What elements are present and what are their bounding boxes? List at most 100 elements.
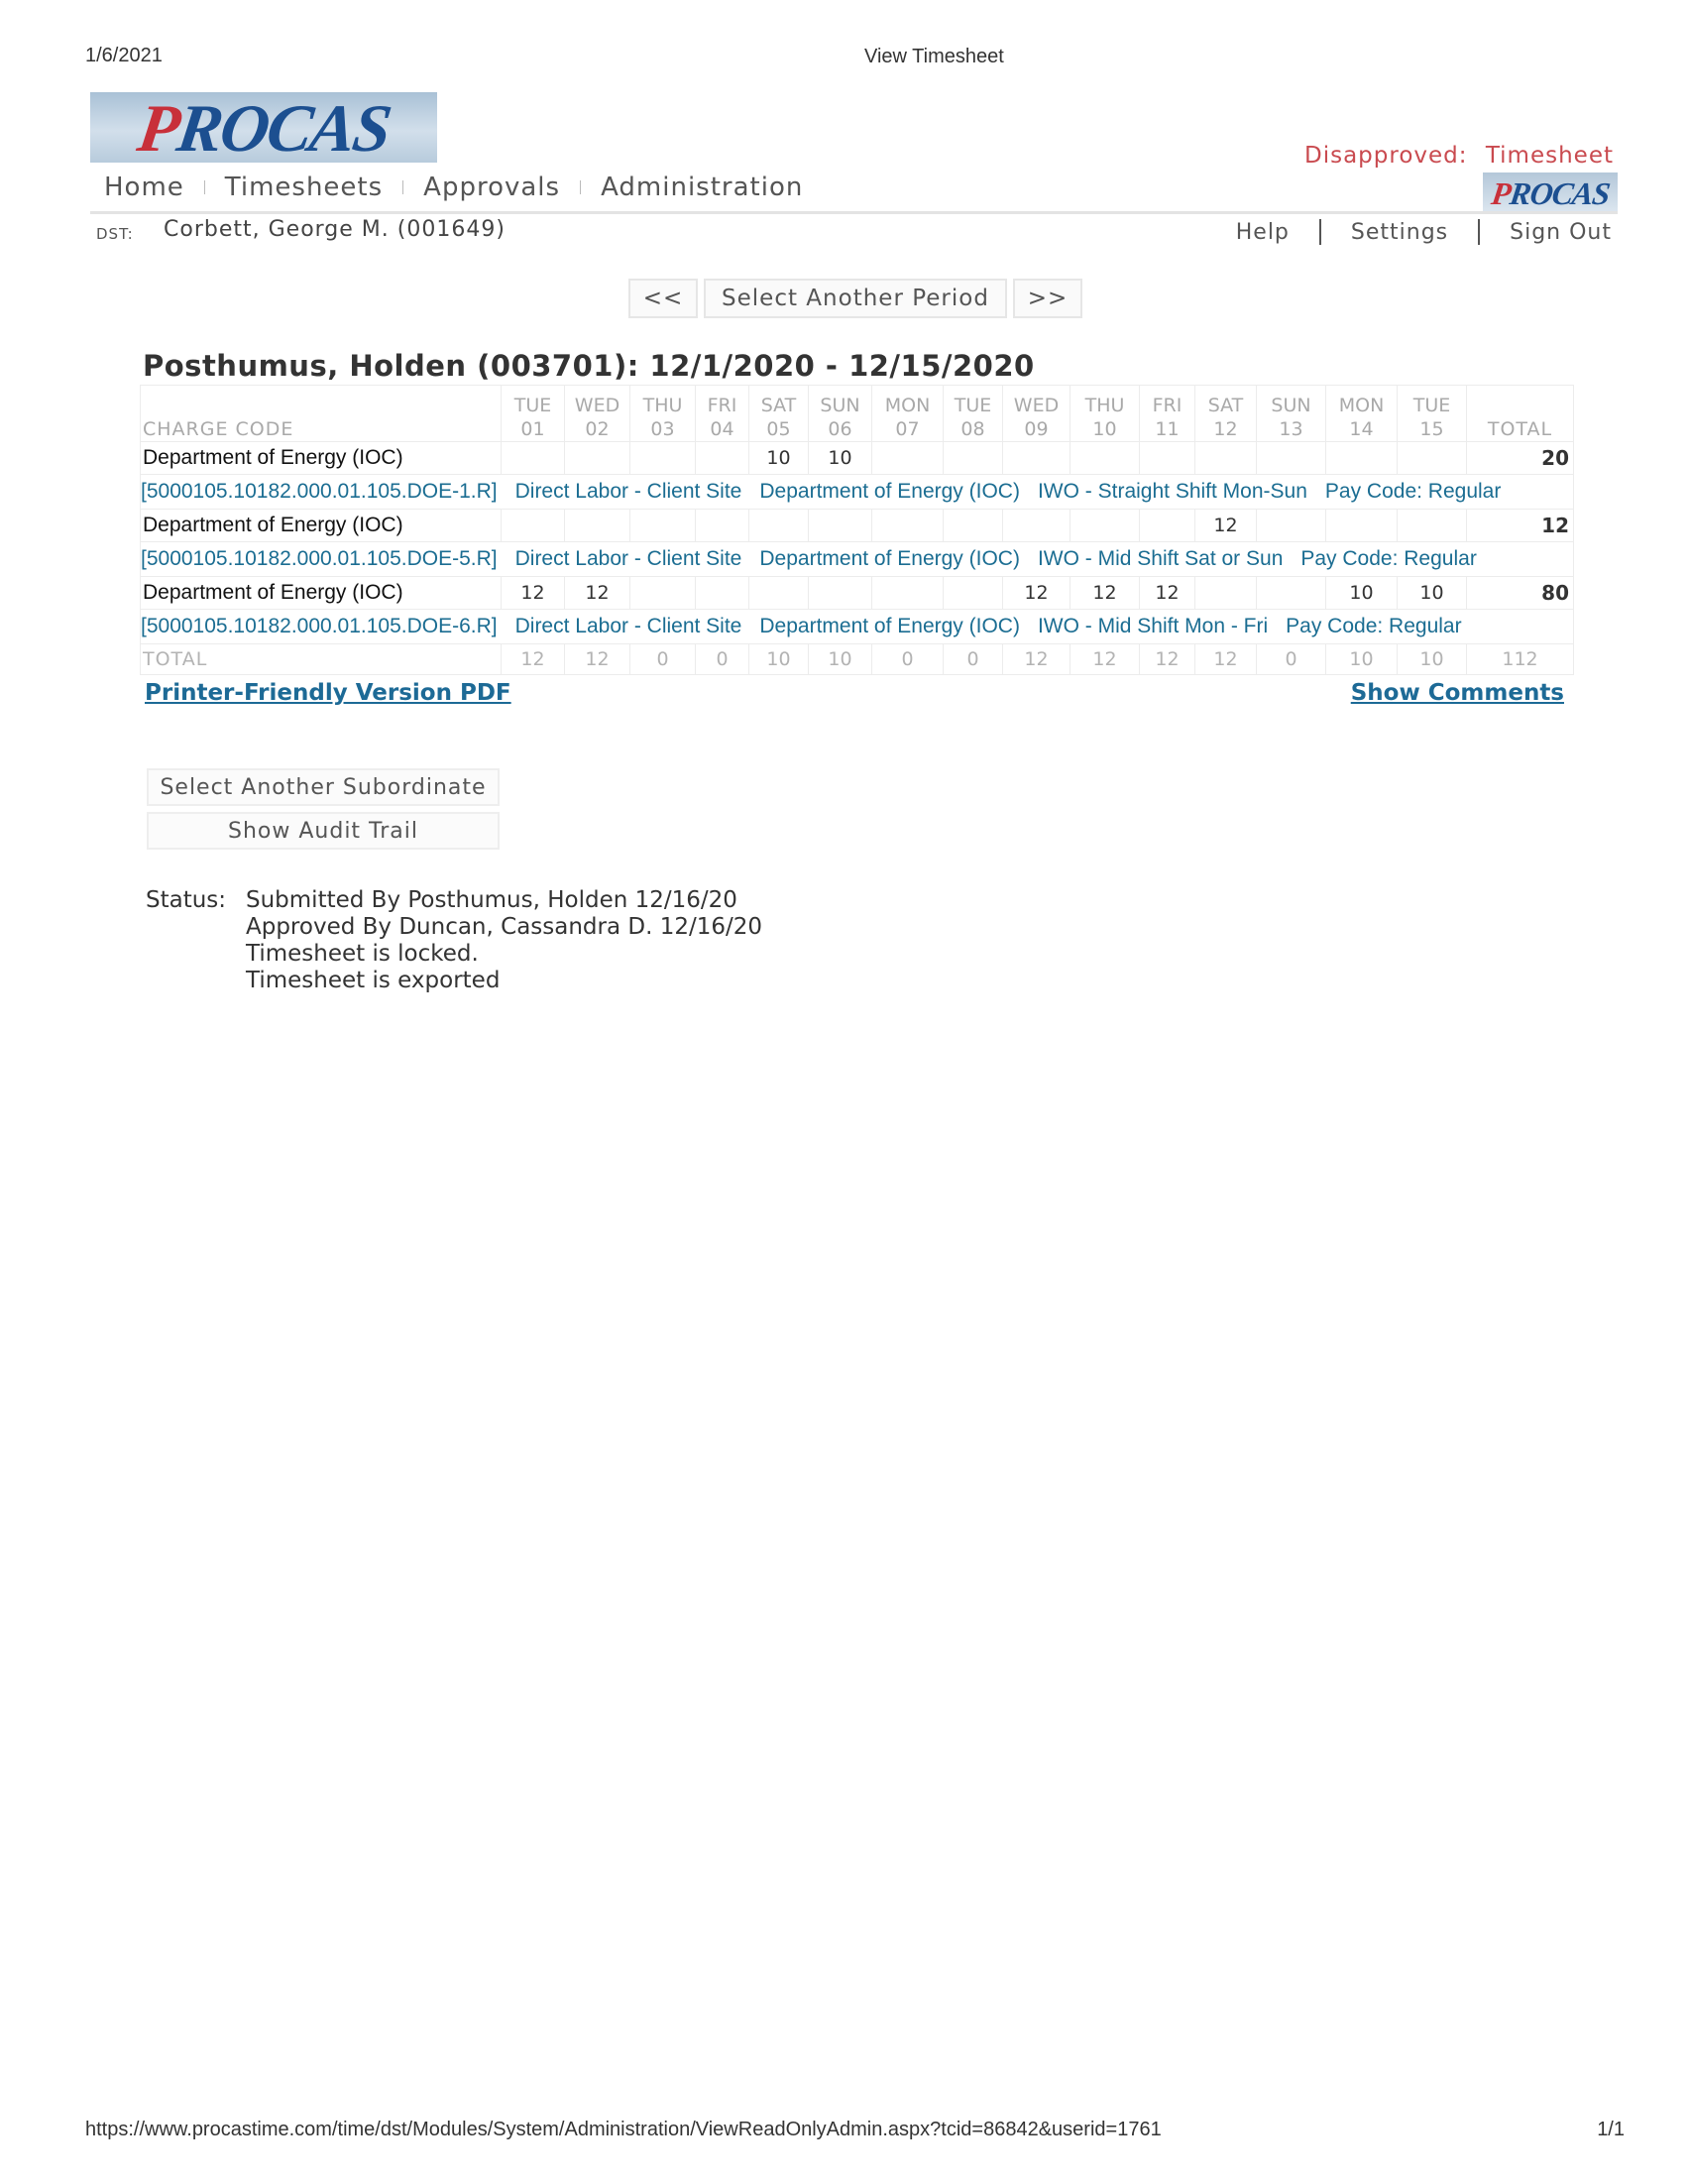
hours-cell xyxy=(1070,441,1140,475)
day-header: MON 07 xyxy=(871,385,944,442)
nav-administration[interactable]: Administration xyxy=(601,172,803,202)
hours-cell xyxy=(695,441,749,475)
hours-cell xyxy=(1325,509,1398,542)
day-total: 12 xyxy=(1139,643,1195,675)
day-total: 12 xyxy=(1002,643,1070,675)
charge-detail-row: [5000105.10182.000.01.105.DOE-6.R] Direct… xyxy=(140,609,1574,644)
client-name: Department of Energy (IOC) xyxy=(759,480,1020,503)
print-title: View Timesheet xyxy=(864,46,1004,67)
hours-cell xyxy=(695,509,749,542)
hours-row: Department of Energy (IOC) 12 12 12 12 1… xyxy=(140,576,1574,610)
nav-approvals[interactable]: Approvals xyxy=(423,172,560,202)
nav-home[interactable]: Home xyxy=(104,172,184,202)
hours-cell xyxy=(1070,509,1140,542)
day-header: WED 02 xyxy=(564,385,630,442)
day-total: 12 xyxy=(1070,643,1140,675)
hours-cell xyxy=(501,509,565,542)
print-date: 1/6/2021 xyxy=(85,45,163,66)
totals-label: TOTAL xyxy=(140,643,502,675)
hours-cell: 12 xyxy=(1070,576,1140,610)
charge-detail-row: [5000105.10182.000.01.105.DOE-1.R] Direct… xyxy=(140,474,1574,510)
day-total: 10 xyxy=(748,643,809,675)
disapproved-status: Disapproved: Timesheet xyxy=(1304,143,1614,169)
day-total: 10 xyxy=(1397,643,1467,675)
period-selector: << Select Another Period >> xyxy=(628,279,1082,318)
disapproved-label: Disapproved: xyxy=(1304,143,1468,169)
printer-friendly-link[interactable]: Printer-Friendly Version PDF xyxy=(145,680,511,706)
main-nav: Home Timesheets Approvals Administration xyxy=(104,172,803,202)
day-header: FRI 04 xyxy=(695,385,749,442)
previous-period-button[interactable]: << xyxy=(628,279,698,318)
charge-code: [5000105.10182.000.01.105.DOE-5.R] xyxy=(141,547,498,570)
hours-cell: 12 xyxy=(1194,509,1257,542)
hours-cell xyxy=(1002,509,1070,542)
day-header: TUE 01 xyxy=(501,385,565,442)
disapproved-value[interactable]: Timesheet xyxy=(1486,143,1614,169)
charge-detail: [5000105.10182.000.01.105.DOE-6.R] Direct… xyxy=(140,609,1574,644)
procas-logo[interactable]: PROCAS xyxy=(90,90,437,166)
hours-cell xyxy=(564,509,630,542)
shift-type: IWO - Straight Shift Mon-Sun xyxy=(1037,480,1307,503)
nav-timesheets[interactable]: Timesheets xyxy=(225,172,383,202)
procas-small-logo: PROCAS xyxy=(1483,172,1618,213)
hours-cell xyxy=(1002,441,1070,475)
show-comments-link[interactable]: Show Comments xyxy=(1351,680,1564,706)
hours-cell xyxy=(808,576,872,610)
next-period-button[interactable]: >> xyxy=(1013,279,1082,318)
shift-type: IWO - Mid Shift Mon - Fri xyxy=(1037,615,1269,637)
charge-detail: [5000105.10182.000.01.105.DOE-1.R] Direct… xyxy=(140,474,1574,510)
day-header: TUE 15 xyxy=(1397,385,1467,442)
total-header: TOTAL xyxy=(1466,385,1574,442)
nav-divider xyxy=(90,211,1618,214)
row-total: 80 xyxy=(1466,576,1574,610)
page-number: 1/1 xyxy=(1597,2119,1625,2140)
day-total: 10 xyxy=(1325,643,1398,675)
hours-cell: 10 xyxy=(808,441,872,475)
status-line: Timesheet is exported xyxy=(246,968,501,993)
settings-link[interactable]: Settings xyxy=(1351,220,1448,245)
timesheet-table: CHARGE CODE TUE 01 WED 02 THU 03 FRI 04 SAT 0… xyxy=(140,385,1574,675)
hours-cell xyxy=(1397,509,1467,542)
day-header: SAT 05 xyxy=(748,385,809,442)
hours-cell xyxy=(943,509,1003,542)
hours-cell: 12 xyxy=(501,576,565,610)
sign-out-link[interactable]: Sign Out xyxy=(1510,220,1612,245)
day-header: THU 10 xyxy=(1070,385,1140,442)
day-total: 10 xyxy=(808,643,872,675)
hours-row: Department of Energy (IOC) 12 12 xyxy=(140,509,1574,542)
row-total: 20 xyxy=(1466,441,1574,475)
link-separator xyxy=(1318,219,1321,245)
select-subordinate-button[interactable]: Select Another Subordinate xyxy=(147,768,500,806)
dst-label: DST: xyxy=(96,225,134,243)
link-separator xyxy=(1478,219,1481,245)
timesheet-title: Posthumus, Holden (003701): 12/1/2020 - … xyxy=(143,349,1035,383)
pay-code: Pay Code: Regular xyxy=(1324,480,1502,503)
hours-cell xyxy=(1139,441,1195,475)
page-url: https://www.procastime.com/time/dst/Modu… xyxy=(85,2119,1162,2140)
nav-separator xyxy=(580,180,582,194)
hours-cell xyxy=(1194,576,1257,610)
hours-cell xyxy=(871,576,944,610)
day-total: 0 xyxy=(629,643,696,675)
nav-separator xyxy=(402,180,404,194)
day-header: MON 14 xyxy=(1325,385,1398,442)
shift-type: IWO - Mid Shift Sat or Sun xyxy=(1037,547,1284,570)
project-name: Department of Energy (IOC) xyxy=(140,509,502,542)
charge-code-header: CHARGE CODE xyxy=(140,385,502,442)
hours-cell xyxy=(1256,576,1326,610)
day-total: 12 xyxy=(564,643,630,675)
help-link[interactable]: Help xyxy=(1236,220,1290,245)
select-period-button[interactable]: Select Another Period xyxy=(704,279,1007,318)
day-header: SUN 06 xyxy=(808,385,872,442)
hours-cell xyxy=(748,576,809,610)
nav-separator xyxy=(203,180,205,194)
hours-cell xyxy=(629,576,696,610)
audit-trail-button[interactable]: Show Audit Trail xyxy=(147,812,500,850)
charge-code: [5000105.10182.000.01.105.DOE-1.R] xyxy=(141,480,498,503)
day-header: SAT 12 xyxy=(1194,385,1257,442)
day-total: 0 xyxy=(695,643,749,675)
grand-total: 112 xyxy=(1466,643,1574,675)
row-total: 12 xyxy=(1466,509,1574,542)
hours-cell xyxy=(871,441,944,475)
status-line: Timesheet is locked. xyxy=(246,941,479,967)
